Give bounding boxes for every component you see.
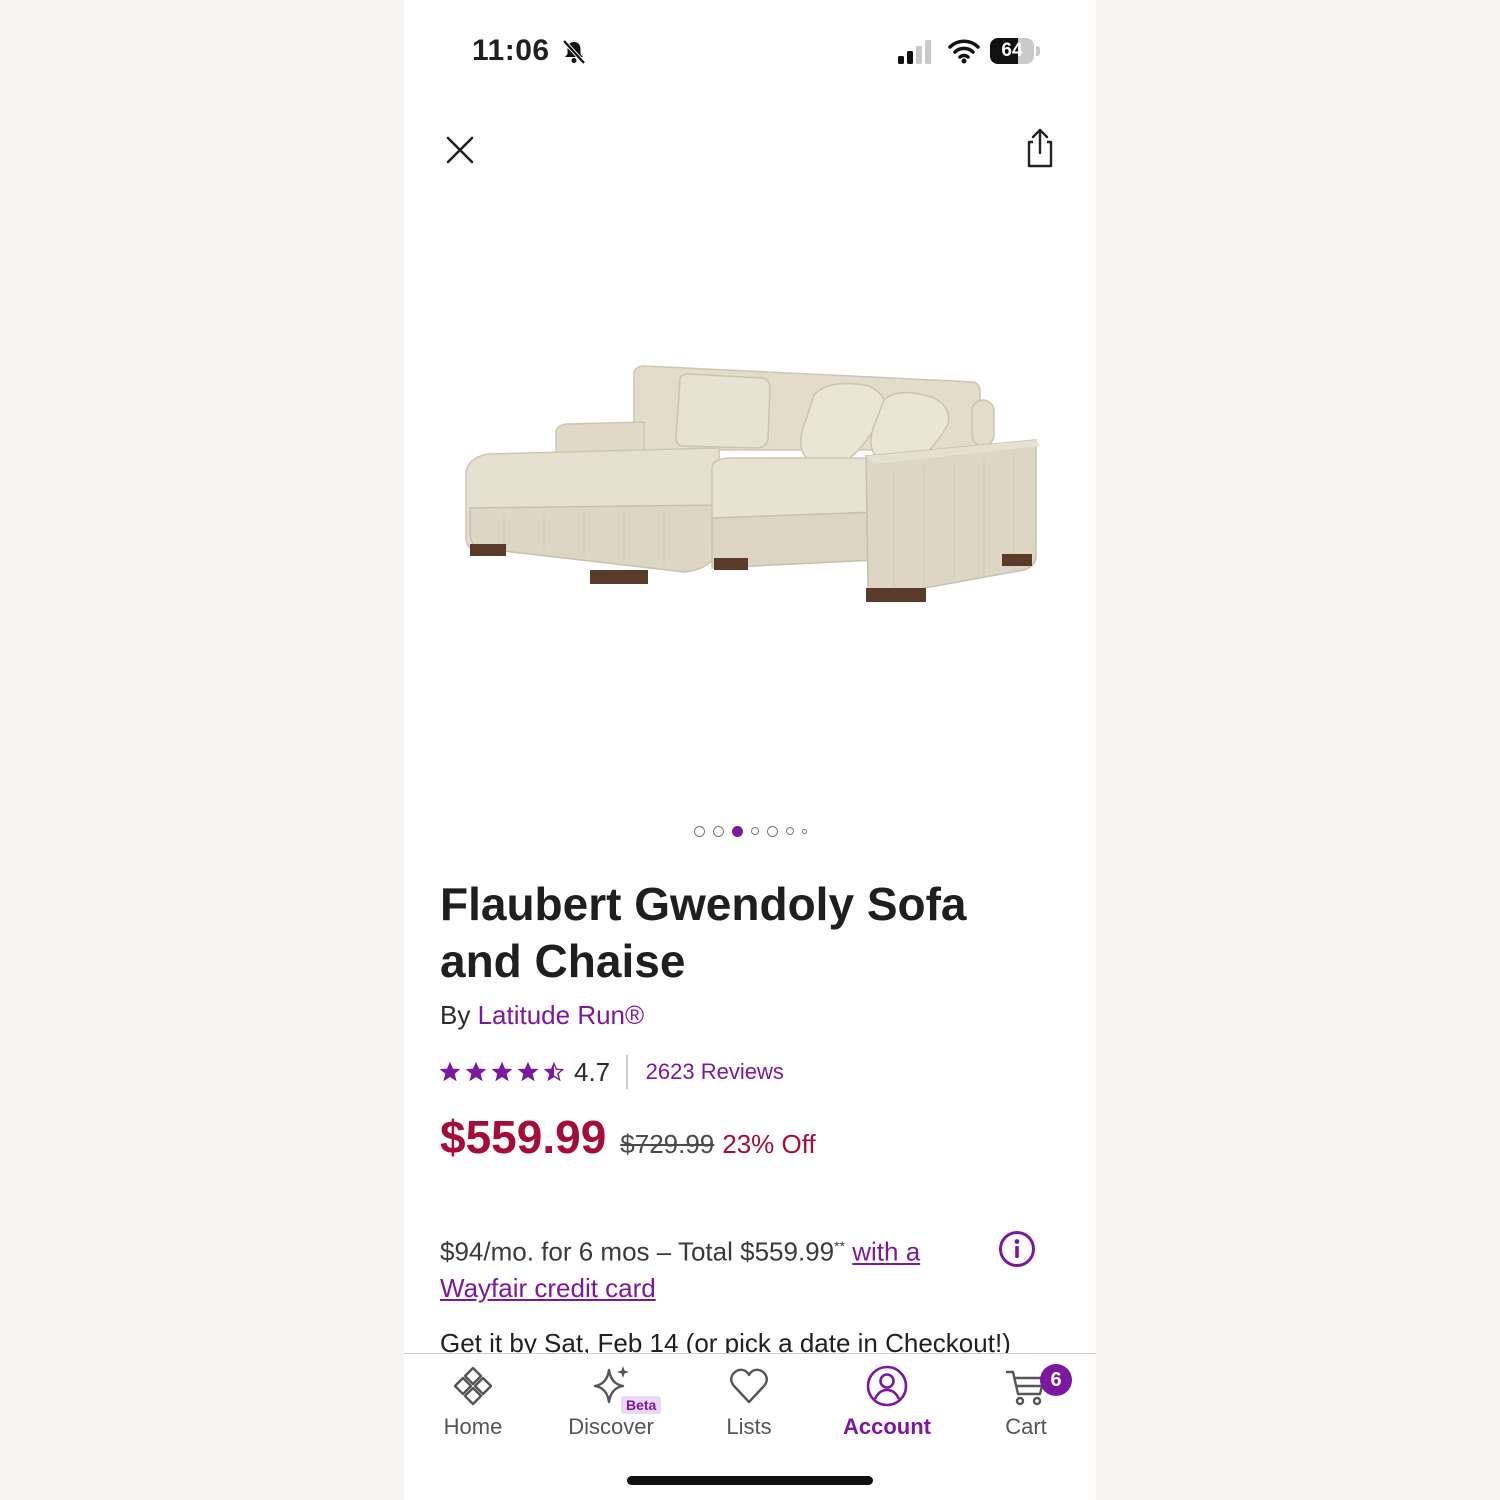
home-indicator[interactable] <box>627 1476 873 1485</box>
account-icon <box>866 1365 908 1407</box>
heart-icon <box>730 1368 768 1404</box>
tab-discover-label: Discover <box>568 1414 654 1439</box>
brand-link[interactable]: Latitude Run® <box>478 1000 645 1030</box>
product-title: Flaubert Gwendoly Sofa and Chaise <box>440 878 967 987</box>
carousel-dot[interactable] <box>801 828 807 834</box>
star-full-icon <box>518 1062 538 1082</box>
tab-discover[interactable]: Beta Discover <box>551 1364 671 1454</box>
by-label: By <box>440 1000 471 1030</box>
home-icon <box>453 1366 493 1406</box>
battery-percent: 64 <box>1001 40 1023 61</box>
carousel-dot[interactable] <box>712 825 724 837</box>
battery-indicator: 64 <box>990 38 1040 64</box>
brand-line: By Latitude Run® <box>440 1000 644 1031</box>
price-row: $559.99 $729.99 23% Off <box>440 1110 816 1164</box>
wifi-icon <box>948 39 980 64</box>
sale-price: $559.99 <box>440 1111 607 1163</box>
image-carousel-dots[interactable] <box>404 822 1096 840</box>
star-half-icon <box>544 1062 564 1082</box>
star-full-icon <box>440 1062 460 1082</box>
bell-muted-icon <box>562 39 586 65</box>
carousel-dot[interactable] <box>693 825 705 837</box>
tab-cart[interactable]: 6 Cart <box>966 1364 1086 1454</box>
battery-body: 64 <box>990 38 1034 64</box>
tab-home[interactable]: Home <box>413 1364 533 1454</box>
carousel-dot[interactable] <box>731 825 743 837</box>
rating-divider <box>626 1055 628 1089</box>
tab-account[interactable]: Account <box>827 1364 947 1454</box>
rating-value: 4.7 <box>574 1056 611 1087</box>
carousel-dot[interactable] <box>750 827 759 835</box>
tab-cart-label: Cart <box>1005 1414 1047 1439</box>
beta-badge: Beta <box>621 1396 662 1414</box>
discount-label: 23% Off <box>722 1129 816 1159</box>
original-price: $729.99 <box>620 1129 715 1159</box>
info-icon[interactable] <box>998 1230 1036 1268</box>
product-image-sofa[interactable] <box>444 300 1044 630</box>
tab-home-label: Home <box>443 1414 503 1439</box>
status-time: 11:06 <box>472 34 550 67</box>
product-screen: 11:06 64 Flaubert Gwendoly Sofa and Chai… <box>404 0 1096 1500</box>
reviews-link[interactable]: 2623 Reviews <box>646 1059 784 1085</box>
star-full-icon <box>466 1062 486 1082</box>
financing-offer: $94/mo. for 6 mos – Total $559.99** with… <box>440 1228 1000 1306</box>
cart-count-badge: 6 <box>1040 1364 1072 1396</box>
tab-lists[interactable]: Lists <box>689 1364 809 1454</box>
carousel-dot[interactable] <box>785 827 794 835</box>
signal-icon <box>898 40 931 64</box>
carousel-dot[interactable] <box>766 825 778 837</box>
battery-cap <box>1036 46 1040 56</box>
financing-text: $94/mo. for 6 mos – Total $559.99 <box>440 1236 835 1267</box>
tab-account-label: Account <box>843 1414 931 1439</box>
tab-lists-label: Lists <box>726 1414 772 1439</box>
rating-stars <box>440 1062 564 1082</box>
share-button[interactable] <box>1020 126 1060 170</box>
star-full-icon <box>492 1062 512 1082</box>
financing-footnote: ** <box>834 1238 846 1254</box>
rating-row[interactable]: 4.7 2623 Reviews <box>440 1054 784 1090</box>
close-button[interactable] <box>440 130 480 170</box>
